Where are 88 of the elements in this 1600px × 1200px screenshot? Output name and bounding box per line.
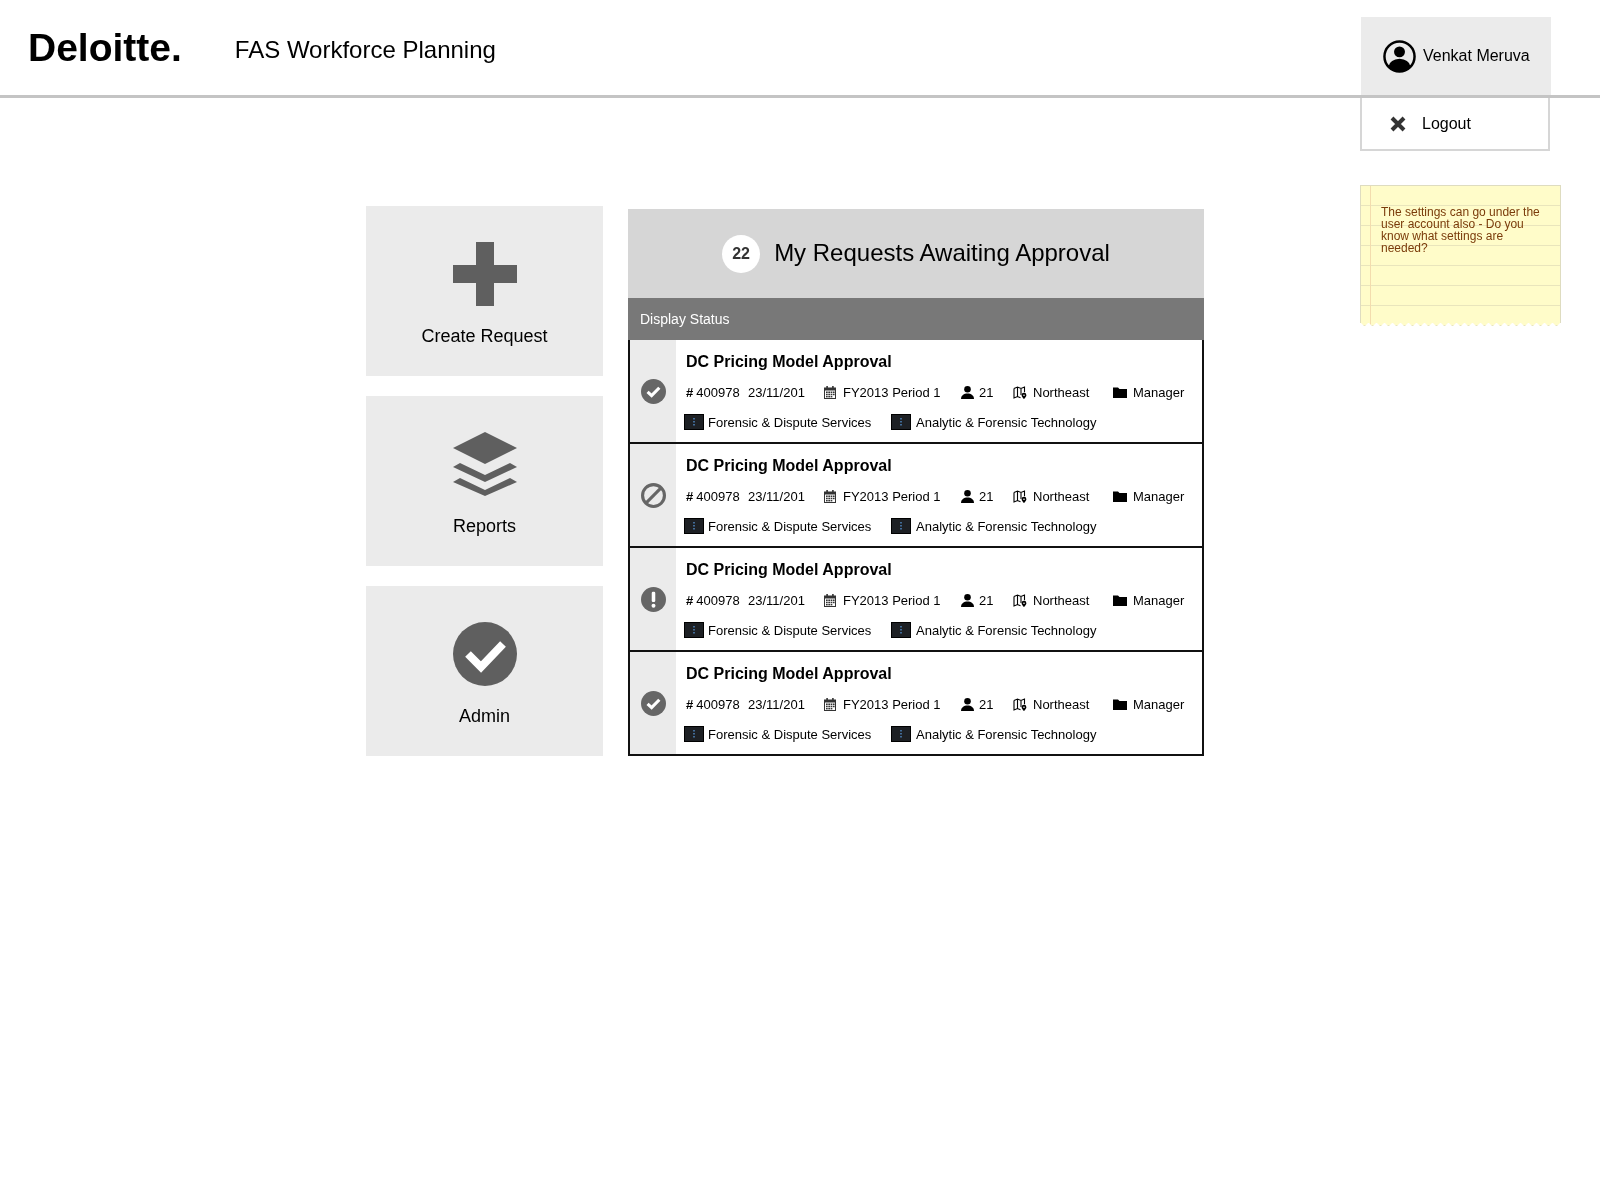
region-label: Northeast xyxy=(1033,592,1090,608)
hash-sign: # xyxy=(686,488,694,504)
block-icon xyxy=(684,414,704,430)
block-icon xyxy=(684,622,704,638)
request-number: 400978 xyxy=(696,488,740,504)
block-icon xyxy=(891,518,911,534)
service-line-label: Forensic & Dispute Services xyxy=(708,726,872,742)
calendar-icon xyxy=(824,593,836,607)
map-pin-icon xyxy=(1013,489,1027,503)
block-icon xyxy=(684,726,704,742)
person-icon xyxy=(961,489,974,503)
period-label: FY2013 Period 1 xyxy=(843,592,941,608)
note-text: The settings can go under the user account also - Do you know what settings are needed? xyxy=(1381,206,1541,254)
region-label: Northeast xyxy=(1033,488,1090,504)
region-label: Northeast xyxy=(1033,696,1090,712)
headcount-label: 21 xyxy=(979,384,994,400)
request-title: DC Pricing Model Approval xyxy=(686,664,893,684)
block-icon xyxy=(684,518,704,534)
hash-sign: # xyxy=(686,384,694,400)
request-number: 400978 xyxy=(696,696,740,712)
service-line-label: Forensic & Dispute Services xyxy=(708,518,872,534)
request-number: 400978 xyxy=(696,592,740,608)
request-number: 400978 xyxy=(696,384,740,400)
user-menu-button[interactable]: Venkat Meruva xyxy=(1361,17,1551,95)
app-title: FAS Workforce Planning xyxy=(234,34,496,65)
request-item[interactable]: DC Pricing Model Approval # 400978 23/11/201 FY2013 Period 1 21 Northeast Manager Forensic & Dispute Services Analytic & Forensic Technology xyxy=(630,442,1202,546)
admin-tile[interactable]: Admin xyxy=(366,586,603,756)
request-title: DC Pricing Model Approval xyxy=(686,560,893,580)
user-avatar-icon xyxy=(1383,39,1416,73)
folder-icon xyxy=(1113,386,1127,398)
hash-sign: # xyxy=(686,592,694,608)
create-request-tile[interactable]: Create Request xyxy=(366,206,603,376)
count-badge: 22 xyxy=(722,234,761,273)
check-circle-icon xyxy=(452,622,517,686)
layers-icon xyxy=(452,432,517,496)
folder-icon xyxy=(1113,698,1127,710)
check-circle-icon xyxy=(640,690,666,716)
role-label: Manager xyxy=(1133,488,1185,504)
request-title: DC Pricing Model Approval xyxy=(686,352,893,372)
ban-icon xyxy=(640,482,666,508)
exclamation-circle-icon xyxy=(640,586,666,612)
folder-icon xyxy=(1113,594,1127,606)
period-label: FY2013 Period 1 xyxy=(843,488,941,504)
role-label: Manager xyxy=(1133,592,1185,608)
period-label: FY2013 Period 1 xyxy=(843,696,941,712)
request-item[interactable]: DC Pricing Model Approval # 400978 23/11/201 FY2013 Period 1 21 Northeast Manager Forensic & Dispute Services Analytic & Forensic Technology xyxy=(630,546,1202,650)
request-date: 23/11/201 xyxy=(748,488,805,504)
headcount-label: 21 xyxy=(979,488,994,504)
sub-service-line-label: Analytic & Forensic Technology xyxy=(916,622,1097,638)
sub-service-line-label: Analytic & Forensic Technology xyxy=(916,518,1097,534)
plus-icon xyxy=(452,242,517,306)
request-item[interactable]: DC Pricing Model Approval # 400978 23/11/201 FY2013 Period 1 21 Northeast Manager Forensic & Dispute Services Analytic & Forensic Technology xyxy=(630,650,1202,754)
map-pin-icon xyxy=(1013,385,1027,399)
company-logo: Deloitte. xyxy=(28,28,182,67)
sub-service-line-label: Analytic & Forensic Technology xyxy=(916,726,1097,742)
logout-button[interactable]: Logout xyxy=(1360,98,1550,151)
request-date: 23/11/201 xyxy=(748,696,805,712)
role-label: Manager xyxy=(1133,696,1185,712)
hash-sign: # xyxy=(686,696,694,712)
sub-service-line-label: Analytic & Forensic Technology xyxy=(916,414,1097,430)
request-item[interactable]: DC Pricing Model Approval # 400978 23/11/201 FY2013 Period 1 21 Northeast Manager Forensic & Dispute Services Analytic & Forensic Technology xyxy=(630,340,1202,442)
period-label: FY2013 Period 1 xyxy=(843,384,941,400)
block-icon xyxy=(891,414,911,430)
region-label: Northeast xyxy=(1033,384,1090,400)
service-line-label: Forensic & Dispute Services xyxy=(708,622,872,638)
map-pin-icon xyxy=(1013,593,1027,607)
x-mark-icon xyxy=(1390,115,1406,132)
role-label: Manager xyxy=(1133,384,1185,400)
request-title: DC Pricing Model Approval xyxy=(686,456,893,476)
person-icon xyxy=(961,697,974,711)
calendar-icon xyxy=(824,697,836,711)
request-date: 23/11/201 xyxy=(748,592,805,608)
check-circle-icon xyxy=(640,378,666,404)
reports-tile[interactable]: Reports xyxy=(366,396,603,566)
block-icon xyxy=(891,726,911,742)
service-line-label: Forensic & Dispute Services xyxy=(708,414,872,430)
calendar-icon xyxy=(824,385,836,399)
block-icon xyxy=(891,622,911,638)
person-icon xyxy=(961,385,974,399)
display-status-bar: Display Status xyxy=(628,298,1204,340)
map-pin-icon xyxy=(1013,697,1027,711)
folder-icon xyxy=(1113,490,1127,502)
calendar-icon xyxy=(824,489,836,503)
request-date: 23/11/201 xyxy=(748,384,805,400)
headcount-label: 21 xyxy=(979,696,994,712)
headcount-label: 21 xyxy=(979,592,994,608)
panel-title: My Requests Awaiting Approval xyxy=(774,239,1110,268)
person-icon xyxy=(961,593,974,607)
